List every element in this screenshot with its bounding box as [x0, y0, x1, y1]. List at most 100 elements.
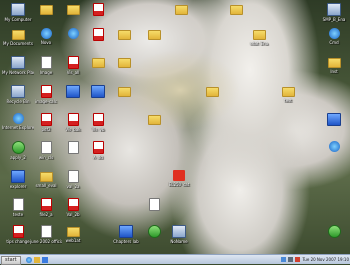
folder-icon	[281, 87, 295, 97]
desktop-shortcut[interactable]: EL250_cat	[163, 170, 195, 187]
system-tray: Tue 20 Nov 2007 19:10	[281, 256, 349, 263]
application-icon	[327, 113, 341, 126]
folder-icon	[11, 30, 25, 40]
pdf-file-icon	[92, 141, 104, 154]
folder-icon	[205, 87, 219, 97]
desktop-shortcut[interactable]	[318, 225, 350, 239]
desktop-shortcut[interactable]: Val_2b	[57, 198, 89, 217]
folder-icon	[147, 115, 161, 125]
security-tray-icon[interactable]	[295, 257, 301, 262]
pdf-file-icon	[40, 85, 52, 98]
globe-icon	[328, 141, 340, 152]
desktop-shortcut[interactable]	[108, 56, 140, 69]
application-icon	[11, 170, 25, 183]
shortcut-label: Inst	[330, 69, 338, 74]
clock[interactable]: Tue 20 Nov 2007 19:10	[302, 256, 349, 263]
green-app-icon	[147, 225, 161, 238]
shortcut-label: NoName	[170, 239, 188, 244]
computer-icon	[11, 3, 25, 16]
folder-icon	[66, 5, 80, 15]
application-icon	[91, 85, 105, 98]
document-icon	[148, 198, 160, 211]
shortcut-label: win_cls	[38, 155, 54, 160]
shortcut-label: sdat_Ena	[249, 41, 269, 46]
shortcut-label: Cmd	[329, 40, 339, 45]
pdf-file-icon	[12, 225, 24, 238]
shortcut-label: EL250_cat	[168, 182, 190, 187]
pdf-file-icon	[67, 113, 79, 126]
desktop-shortcut[interactable]: NoName	[163, 225, 195, 244]
desktop-shortcut[interactable]: val_2a	[57, 170, 89, 189]
folder-icon	[117, 30, 131, 40]
shortcut-label: SMP_B_Ena	[322, 17, 346, 22]
document-icon	[12, 198, 24, 211]
computer-icon	[11, 85, 25, 98]
desktop-shortcut[interactable]	[108, 28, 140, 41]
globe-icon	[328, 28, 340, 39]
desktop-shortcut[interactable]: web1at	[57, 225, 89, 243]
shortcut-label: val_2a	[66, 184, 80, 189]
folder-icon	[66, 227, 80, 237]
desktop-shortcut[interactable]	[196, 85, 228, 98]
pdf-file-icon	[92, 28, 104, 41]
document-icon	[40, 225, 52, 238]
desktop-shortcut[interactable]: A_dd	[82, 141, 114, 160]
desktop-shortcut[interactable]: test	[272, 85, 304, 103]
globe-icon	[67, 28, 79, 39]
folder-icon	[117, 58, 131, 68]
start-button[interactable]: start	[1, 256, 21, 265]
folder-icon	[174, 5, 188, 15]
shortcut-label: Vis_all	[66, 70, 80, 75]
shortcut-label: Vis_yb	[91, 127, 105, 132]
shortcut-label: Novo	[40, 40, 52, 45]
computer-icon	[11, 56, 25, 69]
desktop-shortcut[interactable]: Cmd	[318, 28, 350, 45]
desktop-shortcut[interactable]	[108, 85, 140, 98]
shortcut-label: Val_2b	[66, 212, 80, 217]
shortcut-label: test	[284, 98, 292, 103]
pdf-file-icon	[40, 198, 52, 211]
folder-icon	[229, 5, 243, 15]
folder-icon	[252, 30, 266, 40]
desktop-shortcut[interactable]: sdat_Ena	[243, 28, 275, 46]
folder-icon	[91, 58, 105, 68]
desktop-shortcut[interactable]	[82, 3, 114, 17]
app-quicklaunch-icon[interactable]	[42, 257, 48, 263]
folder-icon	[147, 30, 161, 40]
desktop-shortcut[interactable]	[318, 113, 350, 127]
desktop-shortcut[interactable]: SMP_B_Ena	[318, 3, 350, 22]
network-tray-icon[interactable]	[281, 257, 287, 262]
desktop-shortcut[interactable]	[138, 198, 170, 212]
volume-tray-icon[interactable]	[288, 257, 294, 262]
globe-icon	[40, 28, 52, 39]
shortcut-label: A_dd	[93, 155, 103, 160]
desktop-shortcut[interactable]	[138, 113, 170, 126]
computer-icon	[327, 3, 341, 16]
folder-icon	[39, 172, 53, 182]
folder-icon	[117, 87, 131, 97]
desktop-shortcut[interactable]	[138, 28, 170, 41]
application-icon	[119, 225, 133, 238]
desktop-shortcut[interactable]	[165, 3, 197, 16]
document-icon	[67, 170, 79, 183]
folder-quicklaunch-icon[interactable]	[34, 257, 40, 263]
document-icon	[40, 56, 52, 69]
desktop-shortcut[interactable]: Inst	[318, 56, 350, 74]
folder-icon	[327, 58, 341, 68]
pdf-file-icon	[40, 113, 52, 126]
shortcut-label: image-calc	[35, 99, 57, 104]
desktop[interactable]: My ComputerMy DocumentsMy Network Places…	[0, 0, 350, 254]
pdf-file-icon	[92, 113, 104, 126]
application-icon	[66, 85, 80, 98]
shortcut-label: web1at	[65, 238, 81, 243]
desktop-shortcut[interactable]: Vis_yb	[82, 113, 114, 132]
pdf-file-icon	[92, 3, 104, 16]
desktop-shortcut[interactable]	[318, 141, 350, 153]
desktop-shortcut[interactable]	[220, 3, 252, 16]
shortcut-label: My Computer	[4, 17, 32, 22]
globe-icon	[12, 113, 24, 124]
quick-launch	[26, 256, 48, 263]
ie-quicklaunch-icon[interactable]	[26, 257, 32, 263]
folder-icon	[39, 5, 53, 15]
document-icon	[67, 141, 79, 154]
